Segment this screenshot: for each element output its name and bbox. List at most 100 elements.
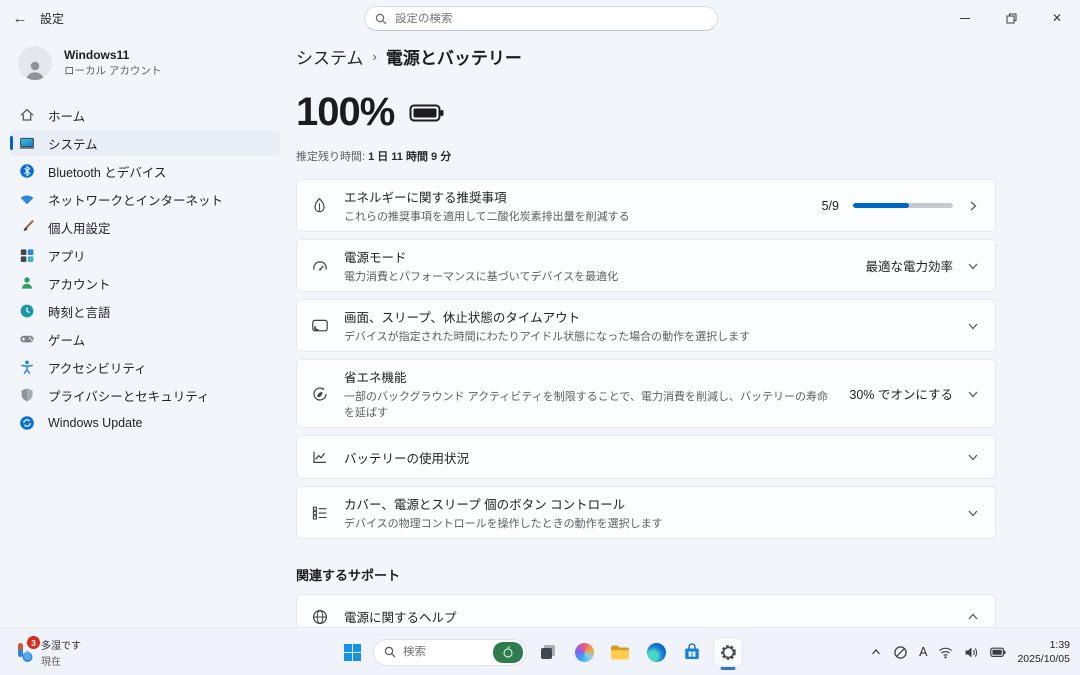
- settings-search-box[interactable]: [364, 6, 718, 31]
- user-name: Windows11: [64, 48, 161, 62]
- avatar: [18, 46, 52, 80]
- row-subtitle: これらの推奨事項を適用して二酸化炭素排出量を削減する: [344, 208, 807, 224]
- sidebar-item-network[interactable]: ネットワークとインターネット: [10, 186, 280, 212]
- tray-battery-icon[interactable]: [990, 647, 1006, 658]
- task-view-button[interactable]: [533, 637, 563, 667]
- tray-date: 2025/10/05: [1017, 652, 1070, 666]
- row-subtitle: 電力消費とパフォーマンスに基づいてデバイスを最適化: [344, 268, 850, 284]
- taskbar-search-box[interactable]: [373, 639, 527, 666]
- weather-widget-icon: 3: [14, 640, 34, 664]
- chevron-up-icon[interactable]: [967, 611, 979, 623]
- row-energy-saver[interactable]: 省エネ機能 一部のバックグラウンド アクティビティを制限することで、電力消費を削…: [296, 359, 996, 428]
- sidebar-item-label: アプリ: [48, 246, 86, 265]
- start-button[interactable]: [337, 637, 367, 667]
- close-icon: ✕: [1052, 11, 1062, 25]
- taskbar-search-input[interactable]: [403, 646, 473, 658]
- close-button[interactable]: ✕: [1034, 0, 1080, 36]
- chevron-down-icon[interactable]: [967, 507, 979, 519]
- sidebar-item-accessibility[interactable]: アクセシビリティ: [10, 354, 280, 380]
- sidebar-item-label: ネットワークとインターネット: [48, 190, 223, 209]
- sidebar-item-system[interactable]: システム: [10, 130, 280, 156]
- chevron-down-icon[interactable]: [967, 260, 979, 272]
- energy-saver-value: 30% でオンにする: [849, 384, 953, 403]
- taskbar: 3 多湿です 現在: [0, 627, 1080, 675]
- chevron-right-icon[interactable]: [967, 200, 979, 212]
- estimate-value: 1 日 11 時間 9 分: [368, 151, 451, 163]
- privacy-shield-icon: [18, 387, 35, 404]
- file-explorer-icon: [610, 644, 630, 661]
- sidebar-item-label: プライバシーとセキュリティ: [48, 386, 210, 405]
- battery-icon: [409, 103, 445, 123]
- user-account-chip[interactable]: Windows11 ローカル アカウント: [18, 46, 274, 80]
- row-power-mode[interactable]: 電源モード 電力消費とパフォーマンスに基づいてデバイスを最適化 最適な電力効率: [296, 239, 996, 292]
- back-button[interactable]: ←: [0, 0, 40, 36]
- volume-icon[interactable]: [964, 646, 979, 659]
- back-arrow-icon: ←: [13, 10, 28, 27]
- energy-progress-bar: [853, 203, 953, 208]
- sidebar-item-home[interactable]: ホーム: [10, 102, 280, 128]
- sidebar-item-label: ホーム: [48, 106, 85, 125]
- onedrive-paused-icon[interactable]: [893, 645, 908, 660]
- search-icon: [384, 646, 396, 658]
- sidebar-item-accounts[interactable]: アカウント: [10, 270, 280, 296]
- sidebar-item-time-language[interactable]: 時刻と言語: [10, 298, 280, 324]
- wifi-icon[interactable]: [938, 646, 953, 659]
- sidebar: Windows11 ローカル アカウント ホーム システム Bluetooth …: [0, 36, 290, 627]
- settings-app-button[interactable]: [713, 637, 743, 667]
- minimize-button[interactable]: [942, 0, 988, 36]
- related-support-header: 関連するサポート: [296, 565, 1080, 584]
- file-explorer-button[interactable]: [605, 637, 635, 667]
- sidebar-item-label: Windows Update: [48, 416, 143, 430]
- row-battery-usage[interactable]: バッテリーの使用状況: [296, 435, 996, 479]
- row-subtitle: デバイスの物理コントロールを操作したときの動作を選択します: [344, 515, 952, 531]
- row-screen-sleep-timeouts[interactable]: 画面、スリープ、休止状態のタイムアウト デバイスが指定された時間にわたりアイドル…: [296, 299, 996, 352]
- taskbar-center: [337, 628, 743, 675]
- row-title: 電源モード: [344, 247, 850, 266]
- row-title: 画面、スリープ、休止状態のタイムアウト: [344, 307, 952, 326]
- sidebar-item-gaming[interactable]: ゲーム: [10, 326, 280, 352]
- restore-button[interactable]: [988, 0, 1034, 36]
- sidebar-item-windows-update[interactable]: Windows Update: [10, 410, 280, 436]
- row-energy-recommendations[interactable]: エネルギーに関する推奨事項 これらの推奨事項を適用して二酸化炭素排出量を削減する…: [296, 179, 996, 232]
- breadcrumb-system[interactable]: システム: [296, 44, 364, 69]
- gear-icon: [719, 643, 738, 662]
- chevron-down-icon[interactable]: [967, 388, 979, 400]
- chevron-down-icon[interactable]: [967, 451, 979, 463]
- edge-button[interactable]: [641, 637, 671, 667]
- system-tray: A 1:39 2025/10/05: [870, 628, 1074, 675]
- sidebar-item-privacy[interactable]: プライバシーとセキュリティ: [10, 382, 280, 408]
- personalization-icon: [18, 219, 35, 236]
- sidebar-item-bluetooth[interactable]: Bluetooth とデバイス: [10, 158, 280, 184]
- sidebar-item-personalization[interactable]: 個人用設定: [10, 214, 280, 240]
- network-icon: [18, 191, 35, 208]
- apps-icon: [18, 247, 35, 264]
- task-view-icon: [539, 643, 557, 661]
- sidebar-item-apps[interactable]: アプリ: [10, 242, 280, 268]
- battery-percent: 100%: [296, 90, 394, 135]
- copilot-button[interactable]: [569, 637, 599, 667]
- minimize-icon: [960, 18, 970, 19]
- settings-search-input[interactable]: [395, 13, 707, 25]
- battery-estimate: 推定残り時間:1 日 11 時間 9 分: [296, 148, 1080, 164]
- accounts-icon: [18, 275, 35, 292]
- chevron-down-icon[interactable]: [967, 320, 979, 332]
- titlebar: ← 設定 ✕: [0, 0, 1080, 36]
- windows-logo-icon: [343, 643, 362, 662]
- bluetooth-icon: [18, 163, 35, 180]
- energy-progress-label: 5/9: [822, 199, 839, 213]
- row-title: カバー、電源とスリープ 個のボタン コントロール: [344, 494, 952, 513]
- user-account-type: ローカル アカウント: [64, 63, 161, 78]
- tray-time: 1:39: [1017, 638, 1070, 652]
- breadcrumb-separator: ›: [373, 49, 377, 64]
- hidden-icons-chevron[interactable]: [870, 646, 882, 658]
- settings-nav: ホーム システム Bluetooth とデバイス ネットワークとインターネット …: [0, 102, 290, 436]
- sidebar-item-label: ゲーム: [48, 330, 85, 349]
- copilot-icon: [575, 643, 594, 662]
- widgets-button[interactable]: 3 多湿です 現在: [8, 628, 87, 675]
- row-lid-power-controls[interactable]: カバー、電源とスリープ 個のボタン コントロール デバイスの物理コントロールを操…: [296, 486, 996, 539]
- row-title: 省エネ機能: [344, 367, 834, 386]
- ime-indicator[interactable]: A: [919, 645, 927, 659]
- store-button[interactable]: [677, 637, 707, 667]
- leaf-icon: [310, 197, 329, 214]
- clock[interactable]: 1:39 2025/10/05: [1017, 638, 1070, 666]
